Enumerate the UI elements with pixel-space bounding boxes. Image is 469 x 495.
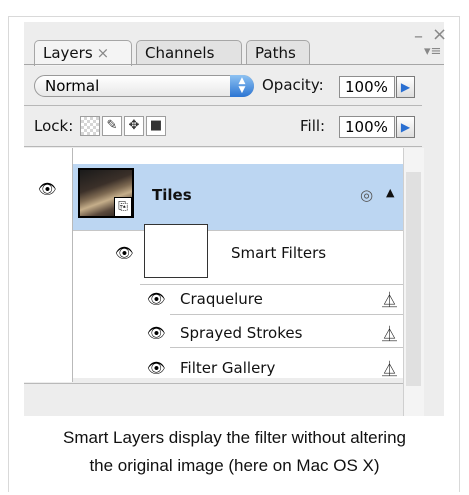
smart-object-icon: ⎘	[114, 197, 132, 217]
tab-channels-label: Channels	[145, 44, 215, 62]
opacity-label: Opacity:	[262, 76, 324, 94]
filter-blending-options-icon[interactable]: ⏅	[382, 323, 397, 344]
divider	[24, 146, 422, 147]
opacity-slider-button[interactable]: ▶	[396, 76, 415, 98]
triangle-right-icon: ▶	[400, 80, 411, 94]
lock-paint-icon[interactable]: ✎	[102, 116, 122, 136]
visibility-eye-icon[interactable]: 👁	[38, 180, 57, 198]
filter-name-filter-gallery: Filter Gallery	[180, 359, 276, 377]
filter-blending-options-icon[interactable]: ⏅	[382, 289, 397, 310]
filter-blending-options-icon[interactable]: ⏅	[382, 358, 397, 379]
layer-thumbnail[interactable]: ⎘	[78, 168, 134, 218]
scrollbar-thumb[interactable]	[406, 172, 421, 386]
row-divider	[170, 347, 403, 348]
caption-line-2: the original image (here on Mac OS X)	[89, 456, 380, 475]
filter-eye-icon[interactable]: 👁	[147, 290, 166, 308]
layer-name: Tiles	[152, 186, 192, 204]
lock-move-icon[interactable]: ✥	[124, 116, 144, 136]
smart-filters-label: Smart Filters	[231, 244, 327, 262]
opacity-input[interactable]: 100%	[339, 76, 395, 98]
close-panel-icon[interactable]: ×	[432, 24, 447, 45]
filter-name-sprayed-strokes: Sprayed Strokes	[180, 324, 303, 342]
filter-name-craquelure: Craquelure	[180, 290, 263, 308]
row-divider	[140, 284, 403, 285]
fill-input[interactable]: 100%	[339, 116, 395, 138]
tab-layers-label: Layers	[43, 44, 93, 62]
lock-transparent-icon[interactable]	[80, 116, 100, 136]
layer-effects-icon[interactable]: ◎	[360, 186, 373, 204]
list-bottom-divider	[24, 383, 403, 384]
tab-paths[interactable]: Paths	[246, 40, 310, 65]
scrollbar[interactable]	[403, 148, 424, 416]
filter-eye-icon[interactable]: 👁	[147, 359, 166, 377]
lock-all-icon[interactable]: ■	[146, 116, 166, 136]
filter-mask-thumbnail[interactable]	[144, 224, 208, 278]
tab-strip-divider	[24, 64, 444, 65]
minimize-icon[interactable]: –	[414, 26, 423, 47]
panel-menu-icon[interactable]: ▾≡	[424, 44, 441, 59]
triangle-right-icon: ▶	[400, 120, 411, 134]
tab-channels[interactable]: Channels	[136, 40, 242, 65]
filter-eye-icon[interactable]: 👁	[147, 324, 166, 342]
tab-layers[interactable]: Layers ×	[34, 40, 132, 66]
fill-label: Fill:	[300, 117, 326, 135]
row-divider	[73, 230, 403, 231]
lock-label: Lock:	[34, 117, 74, 135]
divider	[24, 105, 422, 106]
blend-mode-value: Normal	[45, 77, 100, 95]
caption-line-1: Smart Layers display the filter without …	[63, 428, 406, 447]
tab-paths-label: Paths	[255, 44, 296, 62]
smart-filters-eye-icon[interactable]: 👁	[115, 244, 134, 262]
select-arrows-icon: ▲ ▼	[230, 75, 254, 97]
close-icon[interactable]: ×	[97, 44, 110, 62]
blend-mode-select[interactable]: Normal ▲ ▼	[34, 75, 254, 97]
collapse-triangle-icon[interactable]: ▲	[386, 186, 394, 199]
row-divider	[170, 314, 403, 315]
fill-slider-button[interactable]: ▶	[396, 116, 415, 138]
